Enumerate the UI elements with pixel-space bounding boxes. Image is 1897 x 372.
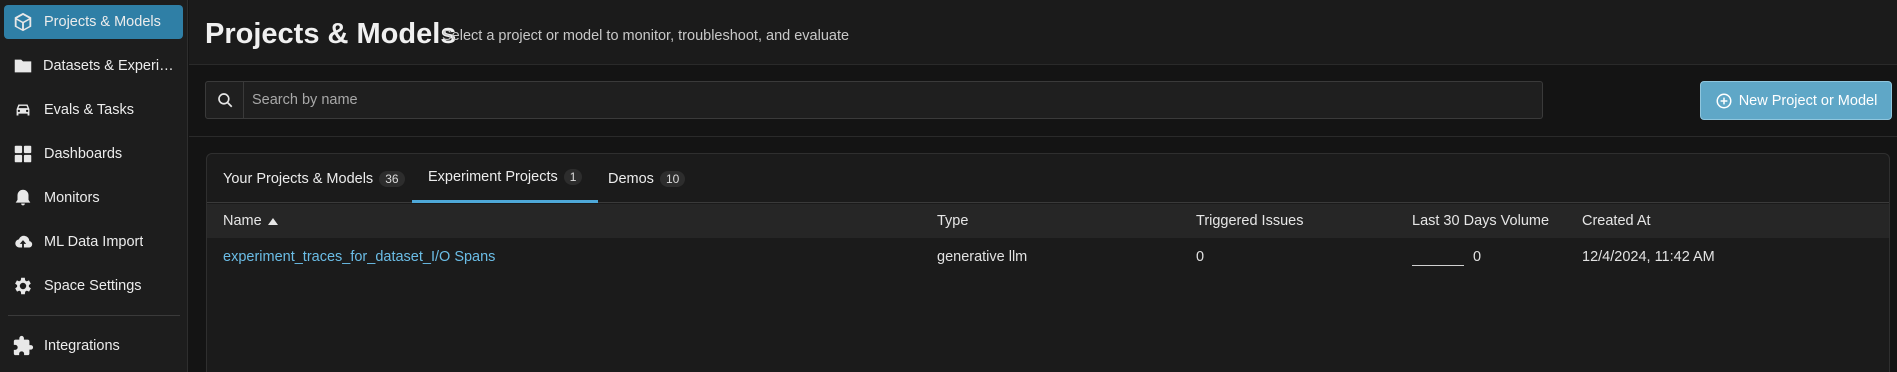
tab-your-projects-models[interactable]: Your Projects & Models 36 <box>207 154 421 203</box>
sidebar-item-space-settings[interactable]: Space Settings <box>4 269 183 303</box>
tab-bar: Your Projects & Models 36 Experiment Pro… <box>207 154 1889 203</box>
column-header-label: Type <box>937 213 969 229</box>
page-title: Projects & Models <box>205 18 457 50</box>
project-name-link[interactable]: experiment_traces_for_dataset_I/O Spans <box>223 238 495 276</box>
column-header-type[interactable]: Type <box>937 204 968 238</box>
tab-count-badge: 1 <box>563 169 583 185</box>
sidebar-item-datasets-experiments[interactable]: Datasets & Experiments <box>4 49 183 83</box>
column-header-name[interactable]: Name <box>223 204 278 238</box>
sidebar-item-label: Monitors <box>44 190 100 206</box>
sidebar-item-dashboards[interactable]: Dashboards <box>4 137 183 171</box>
sidebar-item-label: Projects & Models <box>44 14 161 30</box>
column-header-label: Triggered Issues <box>1196 213 1304 229</box>
tab-label: Your Projects & Models <box>223 170 374 187</box>
column-header-label: Last 30 Days Volume <box>1412 213 1550 229</box>
page-subtitle: Select a project or model to monitor, tr… <box>442 28 850 44</box>
triggered-issues-count: 0 <box>1196 249 1205 265</box>
volume-sparkline <box>1412 254 1464 266</box>
sidebar-item-label: Datasets & Experiments <box>43 58 183 74</box>
column-header-label: Created At <box>1582 213 1651 229</box>
cube-icon <box>10 9 36 35</box>
sidebar-item-label: ML Data Import <box>44 234 144 250</box>
search-icon <box>206 82 244 118</box>
project-type: generative llm <box>937 249 1028 265</box>
sidebar-item-label: Dashboards <box>44 146 123 162</box>
sort-ascending-icon <box>267 217 278 225</box>
puzzle-icon <box>10 333 36 359</box>
created-at: 12/4/2024, 11:42 AM <box>1582 249 1715 265</box>
column-header-volume[interactable]: Last 30 Days Volume <box>1412 204 1549 238</box>
bell-icon <box>10 185 36 211</box>
volume-cell: 0 <box>1412 238 1481 276</box>
search-toolbar: New Project or Model <box>189 65 1897 137</box>
sidebar-item-monitors[interactable]: Monitors <box>4 181 183 215</box>
sidebar-item-label: Space Settings <box>44 278 142 294</box>
tab-label: Experiment Projects <box>428 169 558 185</box>
tab-demos[interactable]: Demos 10 <box>592 154 701 203</box>
sidebar-divider <box>8 315 180 316</box>
car-icon <box>10 97 36 123</box>
column-header-label: Name <box>223 213 262 229</box>
sidebar-item-ml-data-import[interactable]: ML Data Import <box>4 225 183 259</box>
new-project-button[interactable]: New Project or Model <box>1700 81 1892 120</box>
tab-count-badge: 10 <box>659 170 686 187</box>
column-header-triggered-issues[interactable]: Triggered Issues <box>1196 204 1303 238</box>
sidebar-item-integrations[interactable]: Integrations <box>4 329 183 363</box>
search-input[interactable] <box>244 82 1542 118</box>
gear-icon <box>10 273 36 299</box>
grid-icon <box>10 141 36 167</box>
table-row[interactable]: experiment_traces_for_dataset_I/O Spans … <box>207 238 1889 276</box>
page-header: Projects & Models Select a project or mo… <box>189 0 1897 65</box>
sidebar: Projects & Models Datasets & Experiments… <box>0 0 188 372</box>
column-header-created-at[interactable]: Created At <box>1582 204 1651 238</box>
tab-count-badge: 36 <box>379 170 405 187</box>
tab-experiment-projects[interactable]: Experiment Projects 1 <box>412 154 599 203</box>
new-project-button-label: New Project or Model <box>1738 92 1878 109</box>
tab-label: Demos <box>608 170 654 187</box>
sidebar-item-label: Integrations <box>44 338 120 354</box>
plus-circle-icon <box>1716 93 1732 108</box>
cloud-upload-icon <box>10 229 36 255</box>
sidebar-item-evals-tasks[interactable]: Evals & Tasks <box>4 93 183 127</box>
folder-icon <box>10 53 35 79</box>
projects-card: Your Projects & Models 36 Experiment Pro… <box>206 153 1890 372</box>
volume-value: 0 <box>1473 249 1482 265</box>
search-box <box>205 81 1543 119</box>
sidebar-item-label: Evals & Tasks <box>44 102 134 118</box>
table-header: Name Type Triggered Issues Last 30 Days … <box>207 204 1889 238</box>
sidebar-item-projects-models[interactable]: Projects & Models <box>4 5 183 39</box>
